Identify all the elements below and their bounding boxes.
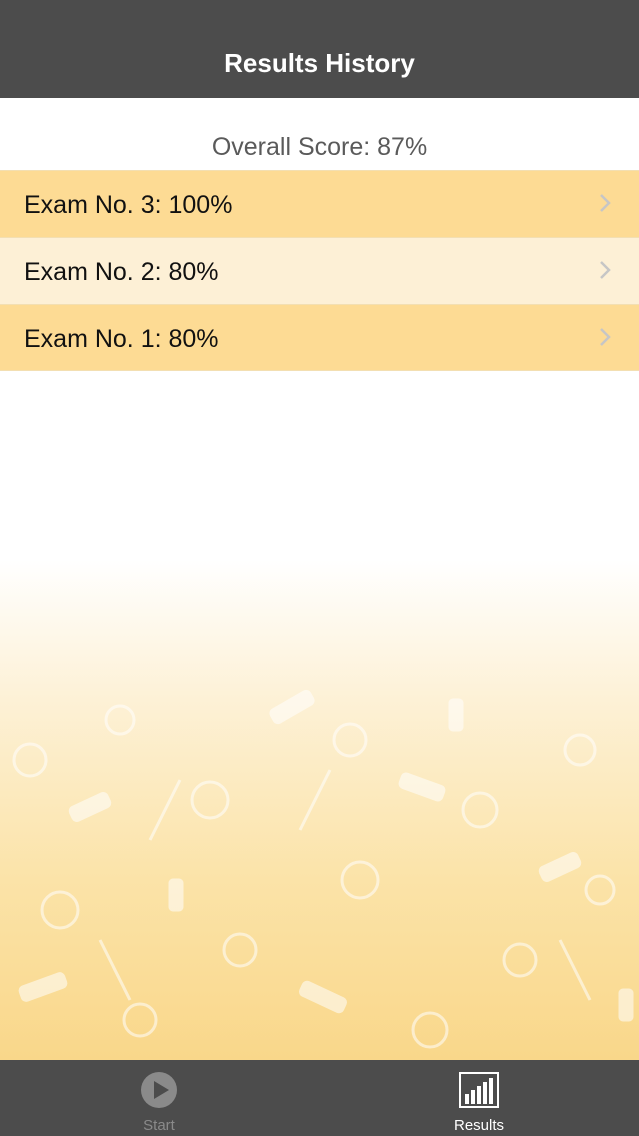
tab-bar: Start Results — [0, 1060, 639, 1136]
tab-label: Results — [453, 1117, 505, 1134]
exam-row-1[interactable]: Exam No. 1: 80% — [0, 304, 639, 371]
navigation-bar: Results History — [0, 0, 639, 98]
page-title: Results History — [224, 48, 415, 78]
exam-row-label: Exam No. 3: 100% — [24, 191, 233, 219]
chevron-right-icon — [600, 328, 611, 346]
play-icon — [141, 1072, 177, 1108]
overall-score: Overall Score: 87% — [211, 133, 428, 161]
exam-row-label: Exam No. 1: 80% — [24, 325, 219, 353]
tab-start[interactable]: Start — [79, 1060, 239, 1136]
chevron-right-icon — [600, 261, 611, 279]
bar-chart-icon — [459, 1072, 499, 1108]
tab-results[interactable]: Results — [399, 1060, 559, 1136]
exam-row-label: Exam No. 2: 80% — [24, 258, 219, 286]
beauty-tools-pattern — [12, 689, 634, 1049]
chevron-right-icon — [600, 194, 611, 212]
tab-label: Start — [143, 1117, 175, 1134]
exam-row-2[interactable]: Exam No. 2: 80% — [0, 237, 639, 304]
exam-results-list: Exam No. 3: 100% Exam No. 2: 80% Exam No… — [0, 170, 639, 371]
exam-row-3[interactable]: Exam No. 3: 100% — [0, 170, 639, 237]
